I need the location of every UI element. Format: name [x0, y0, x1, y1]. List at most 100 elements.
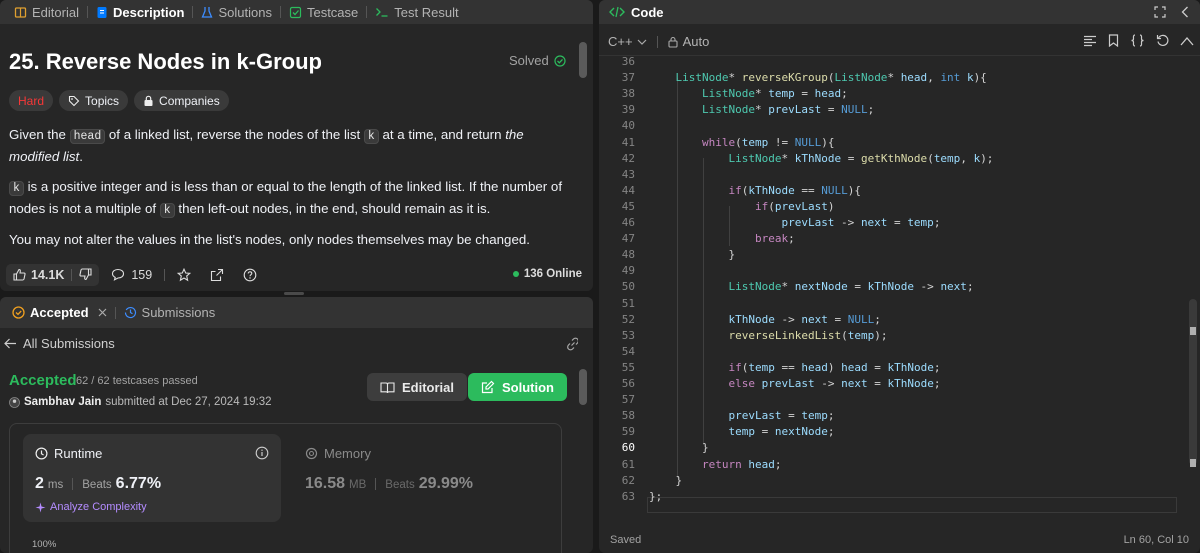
star-icon[interactable]	[177, 267, 192, 282]
share-icon[interactable]	[210, 268, 224, 282]
code-line[interactable]: 60 }	[599, 440, 1189, 456]
tab-submissions-label: Submissions	[141, 305, 216, 320]
editorial-button[interactable]: Editorial	[367, 373, 468, 401]
code-line[interactable]: 58 prevLast = temp;	[599, 408, 1189, 424]
line-source: if(kThNode == NULL){	[728, 183, 861, 197]
tab-accepted[interactable]: Accepted	[4, 297, 115, 328]
description-scrollbar[interactable]	[578, 40, 588, 258]
topics-button[interactable]: Topics	[59, 90, 129, 111]
scrollbar-thumb[interactable]	[579, 42, 587, 78]
code-line[interactable]: 56 else prevLast -> next = kThNode;	[599, 376, 1189, 392]
code-line[interactable]: 51	[599, 296, 1189, 312]
solved-label: Solved	[509, 53, 549, 68]
like-dislike-group: 14.1K	[6, 263, 100, 286]
comments-button[interactable]: 159	[111, 268, 152, 282]
line-number: 53	[621, 328, 635, 342]
info-icon[interactable]	[255, 446, 269, 460]
code-line[interactable]: 62 }	[599, 473, 1189, 489]
line-number: 39	[621, 103, 635, 117]
code-line[interactable]: 54	[599, 344, 1189, 360]
submission-scrollbar[interactable]	[578, 337, 588, 551]
line-number: 47	[621, 232, 635, 246]
solved-status: Solved	[509, 53, 566, 68]
memory-header: Memory	[305, 446, 371, 461]
avatar[interactable]	[9, 396, 20, 408]
back-to-all-submissions[interactable]: All Submissions	[4, 336, 115, 351]
settings-icon[interactable]	[1180, 36, 1194, 46]
sparkle-icon	[35, 502, 46, 513]
language-select[interactable]: C++	[608, 34, 647, 49]
code-line[interactable]: 48 }	[599, 247, 1189, 263]
line-number: 57	[621, 393, 635, 407]
code-line[interactable]: 38 ListNode* temp = head;	[599, 86, 1189, 102]
tab-testcase[interactable]: Testcase	[281, 0, 366, 24]
collapse-icon[interactable]	[1181, 6, 1189, 18]
code-line[interactable]: 43	[599, 167, 1189, 183]
scrollbar-thumb[interactable]	[579, 369, 587, 405]
solution-button-label: Solution	[502, 379, 554, 395]
problem-tags: Hard Topics Companies	[9, 90, 229, 111]
line-number: 44	[621, 183, 635, 197]
code-editor[interactable]: 36 37 ListNode* reverseKGroup(ListNode* h…	[599, 54, 1200, 516]
editorial-button-label: Editorial	[402, 379, 455, 395]
code-line[interactable]: 44 if(kThNode == NULL){	[599, 183, 1189, 199]
tab-test-result[interactable]: Test Result	[367, 0, 466, 24]
editor-statusbar: Saved Ln 60, Col 10	[599, 528, 1200, 553]
toolbar-actions	[1083, 34, 1194, 47]
like-button[interactable]: 14.1K	[6, 268, 71, 282]
analyze-complexity-link[interactable]: Analyze Complexity	[35, 501, 147, 513]
code-line[interactable]: 59 temp = nextNode;	[599, 424, 1189, 440]
line-number: 37	[621, 71, 635, 85]
tab-solutions[interactable]: Solutions	[193, 0, 279, 24]
code-line[interactable]: 46 prevLast -> next = temp;	[599, 215, 1189, 231]
code-line[interactable]: 52 kThNode -> next = NULL;	[599, 312, 1189, 328]
code-line[interactable]: 61 return head;	[599, 457, 1189, 473]
format-icon[interactable]	[1083, 35, 1097, 47]
line-number: 58	[621, 409, 635, 423]
code-line[interactable]: 41 while(temp != NULL){	[599, 135, 1189, 151]
code-line[interactable]: 40	[599, 118, 1189, 134]
line-source: reverseLinkedList(temp);	[728, 328, 888, 342]
close-icon[interactable]	[98, 308, 107, 317]
code-line[interactable]: 47 break;	[599, 231, 1189, 247]
memory-card[interactable]: Memory 16.58 MB Beats 29.99%	[293, 434, 551, 522]
solution-button[interactable]: Solution	[468, 373, 567, 401]
runtime-card[interactable]: Runtime 2 ms Beats 6.77% Analyze Complex…	[23, 434, 281, 522]
line-number: 41	[621, 135, 635, 149]
code-line[interactable]: 63};	[599, 489, 1189, 505]
code-line[interactable]: 50 ListNode* nextNode = kThNode -> next;	[599, 279, 1189, 295]
bookmark-icon[interactable]	[1108, 34, 1119, 47]
auto-mode-toggle[interactable]: Auto	[668, 34, 709, 49]
code-line[interactable]: 45 if(prevLast)	[599, 199, 1189, 215]
scrollbar-thumb[interactable]	[1189, 299, 1197, 465]
code-line[interactable]: 55 if(temp == head) head = kThNode;	[599, 360, 1189, 376]
lock-icon	[143, 95, 154, 107]
code-line[interactable]: 39 ListNode* prevLast = NULL;	[599, 102, 1189, 118]
reset-icon[interactable]	[1156, 34, 1169, 47]
tab-editorial[interactable]: Editorial	[6, 0, 87, 24]
tab-testcase-label: Testcase	[306, 4, 359, 20]
panel-resize-handle[interactable]	[284, 292, 304, 295]
code-line[interactable]: 57	[599, 392, 1189, 408]
tab-submissions[interactable]: Submissions	[116, 297, 224, 328]
memory-beats-label: Beats	[385, 479, 415, 491]
code-line[interactable]: 53 reverseLinkedList(temp);	[599, 328, 1189, 344]
line-source: }	[649, 248, 736, 262]
help-icon[interactable]	[243, 268, 257, 282]
tab-description[interactable]: Description	[88, 0, 193, 24]
code-tab-label[interactable]: Code	[631, 5, 664, 20]
history-icon	[124, 306, 137, 319]
line-number: 43	[621, 167, 635, 181]
divider	[72, 478, 74, 490]
line-number: 40	[621, 119, 635, 133]
dislike-button[interactable]	[72, 268, 99, 281]
code-line[interactable]: 49	[599, 263, 1189, 279]
maximize-icon[interactable]	[1154, 6, 1166, 18]
code-line[interactable]: 36	[599, 54, 1189, 70]
username[interactable]: Sambhav Jain	[24, 396, 101, 408]
code-line[interactable]: 37 ListNode* reverseKGroup(ListNode* hea…	[599, 70, 1189, 86]
braces-icon[interactable]	[1130, 34, 1145, 47]
code-line[interactable]: 42 ListNode* kThNode = getKthNode(temp, …	[599, 151, 1189, 167]
companies-button[interactable]: Companies	[134, 90, 229, 111]
editor-scrollbar[interactable]	[1187, 56, 1199, 526]
